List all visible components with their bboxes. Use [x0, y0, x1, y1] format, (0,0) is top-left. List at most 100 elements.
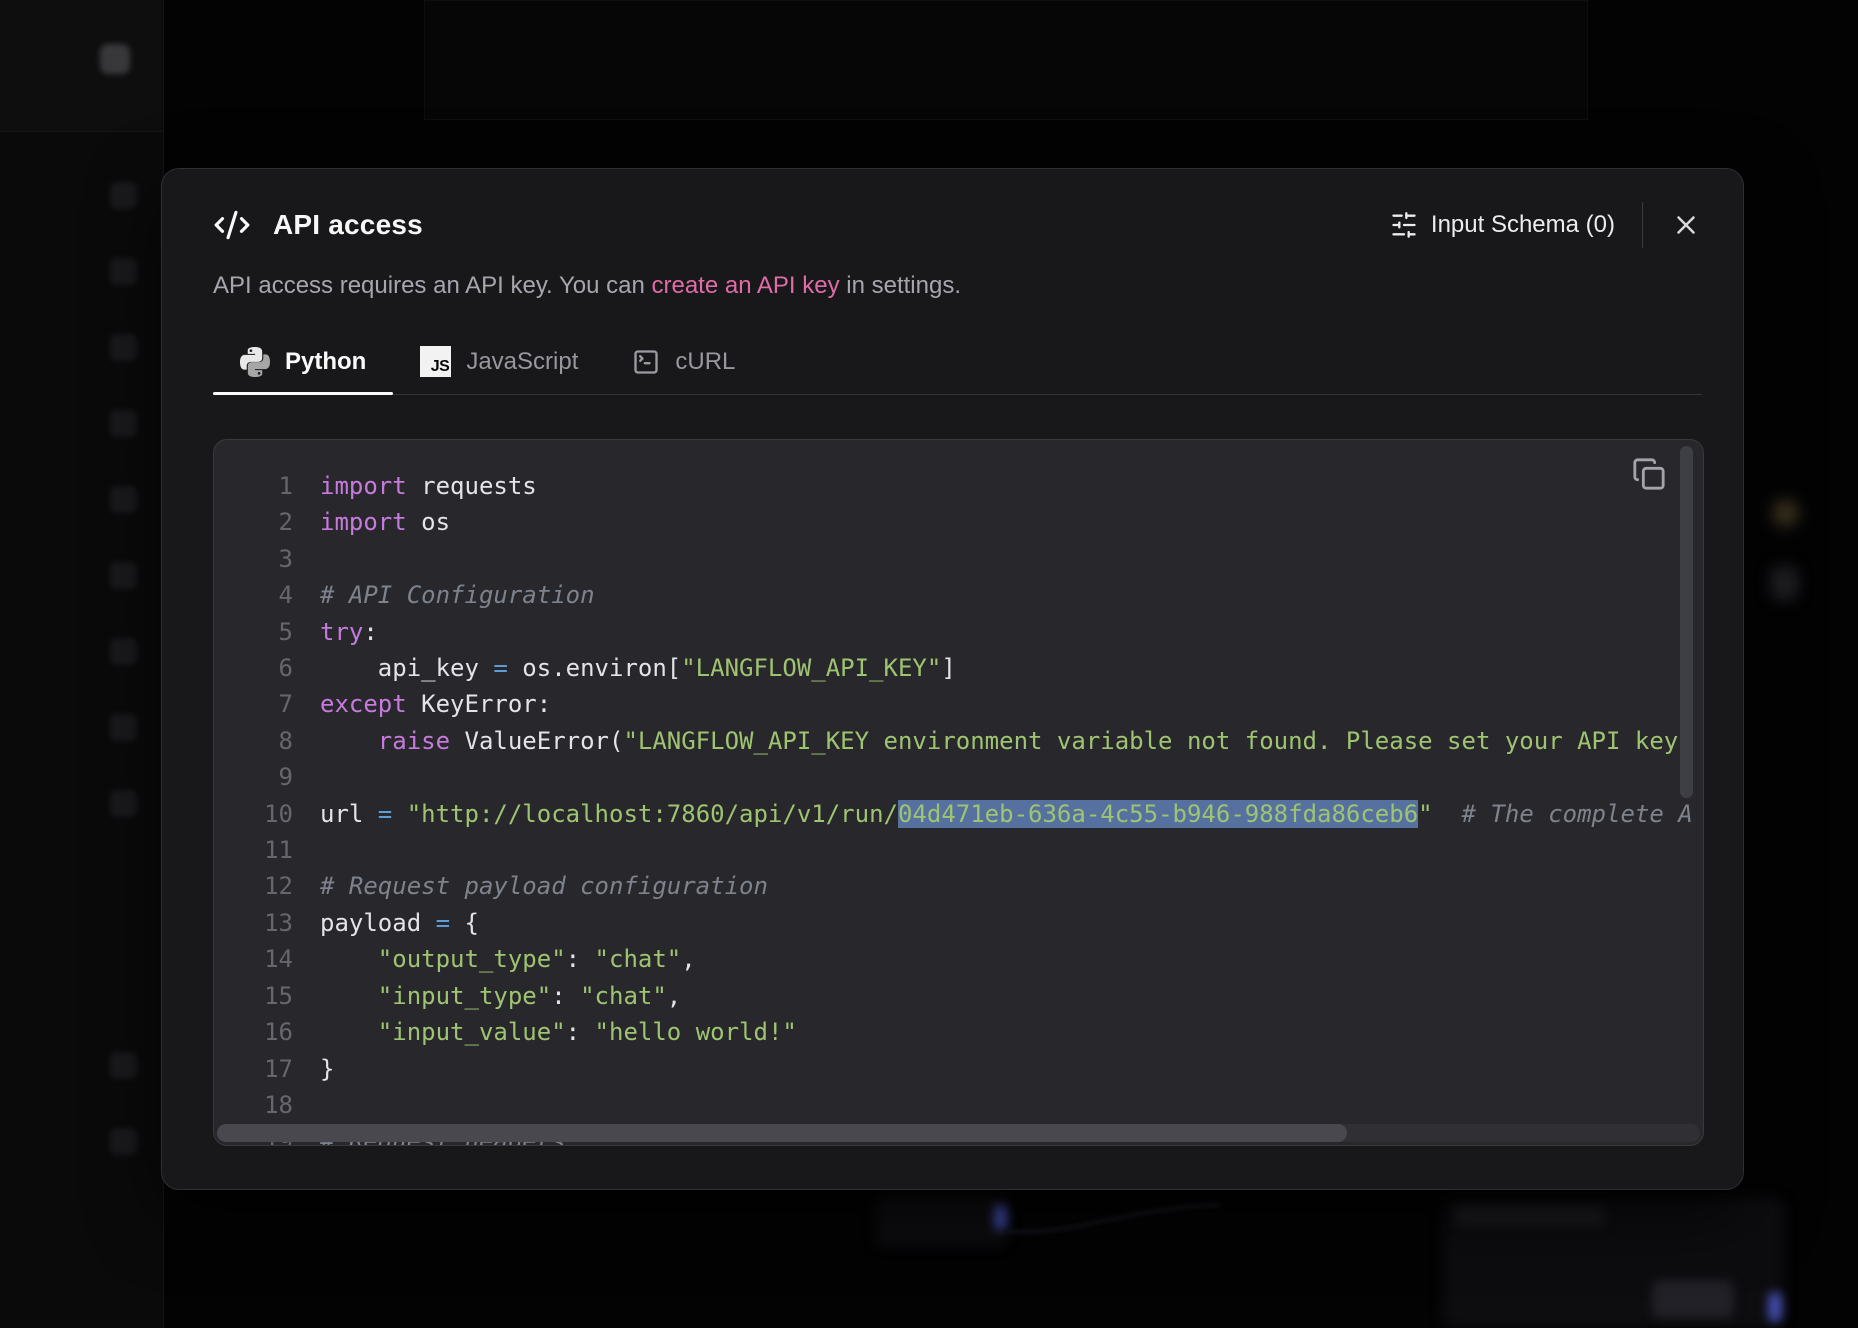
code-line: 9: [214, 759, 1703, 795]
line-number: 15: [214, 978, 293, 1014]
close-button[interactable]: [1670, 209, 1702, 241]
subtitle-text: API access requires an API key. You can: [213, 272, 651, 299]
code-line: 2import os: [214, 504, 1703, 540]
code-content: import os: [293, 504, 450, 540]
horizontal-scrollbar-thumb[interactable]: [217, 1124, 1347, 1142]
tab-python[interactable]: Python: [213, 346, 393, 394]
background-canvas-panel: [424, 0, 1588, 120]
code-line: 1import requests: [214, 468, 1703, 504]
modal-subtitle: API access requires an API key. You can …: [213, 271, 1702, 301]
code-line: 11: [214, 832, 1703, 868]
code-line: 8 raise ValueError("LANGFLOW_API_KEY env…: [214, 723, 1703, 759]
line-number: 10: [214, 796, 293, 832]
code-content: try:: [293, 614, 378, 650]
close-icon: [1671, 210, 1701, 240]
input-schema-button[interactable]: Input Schema (0): [1390, 211, 1615, 239]
line-number: 18: [214, 1087, 293, 1123]
line-number: 4: [214, 577, 293, 613]
line-number: 11: [214, 832, 293, 868]
code-line: 14 "output_type": "chat",: [214, 941, 1703, 977]
page-title: API access: [273, 209, 423, 241]
code-content: [293, 1087, 320, 1123]
modal-header: API access Input Schema (0): [213, 203, 1702, 247]
code-line: 3: [214, 541, 1703, 577]
sidebar-item-icon: [110, 1052, 137, 1079]
create-api-key-link[interactable]: create an API key: [651, 272, 839, 299]
line-number: 6: [214, 650, 293, 686]
sidebar-item-icon: [110, 486, 137, 513]
python-icon: [240, 347, 270, 377]
tab-active-underline: [213, 392, 393, 395]
line-number: 5: [214, 614, 293, 650]
code-line: 17}: [214, 1051, 1703, 1087]
line-number: 17: [214, 1051, 293, 1087]
background-panel-detail: [1455, 1206, 1605, 1226]
background-node-glow: [1772, 500, 1798, 526]
code-line: 10url = "http://localhost:7860/api/v1/ru…: [214, 796, 1703, 832]
code-line: 15 "input_type": "chat",: [214, 978, 1703, 1014]
api-access-modal: API access Input Schema (0): [161, 168, 1744, 1190]
code-content: [293, 832, 320, 868]
line-number: 14: [214, 941, 293, 977]
sidebar-item-icon: [110, 638, 137, 665]
sidebar-item-icon: [110, 182, 137, 209]
line-number: 7: [214, 686, 293, 722]
sidebar-item-icon: [110, 1128, 137, 1155]
code-language-tabs: Python JS JavaScript cURL: [213, 346, 1702, 395]
line-number: 9: [214, 759, 293, 795]
background-node: [876, 1196, 1008, 1246]
line-number: 1: [214, 468, 293, 504]
code-content: url = "http://localhost:7860/api/v1/run/…: [293, 796, 1693, 832]
sidebar-item-icon: [110, 410, 137, 437]
code-content: import requests: [293, 468, 537, 504]
sidebar-item-icon: [110, 334, 137, 361]
background-sidebar-header: [0, 0, 163, 132]
line-number: 2: [214, 504, 293, 540]
code-content: "output_type": "chat",: [293, 941, 696, 977]
background-button: [1652, 1280, 1734, 1318]
code-line: 6 api_key = os.environ["LANGFLOW_API_KEY…: [214, 650, 1703, 686]
vertical-scrollbar-thumb[interactable]: [1680, 446, 1693, 798]
tab-curl[interactable]: cURL: [605, 346, 762, 394]
code-content: except KeyError:: [293, 686, 551, 722]
sliders-icon: [1390, 211, 1418, 239]
background-port-dot: [1768, 1292, 1782, 1322]
line-number: 13: [214, 905, 293, 941]
code-content: "input_type": "chat",: [293, 978, 681, 1014]
code-line: 18: [214, 1087, 1703, 1123]
code-content: payload = {: [293, 905, 479, 941]
line-number: 16: [214, 1014, 293, 1050]
background-node-glow: [1770, 566, 1798, 600]
code-content: raise ValueError("LANGFLOW_API_KEY envir…: [293, 723, 1678, 759]
code-content: }: [293, 1051, 334, 1087]
code-lines: 1import requests2import os34# API Config…: [214, 440, 1703, 1146]
sidebar-item-icon: [110, 790, 137, 817]
terminal-icon: [632, 348, 660, 376]
code-line: 7except KeyError:: [214, 686, 1703, 722]
horizontal-scrollbar-track: [217, 1124, 1700, 1142]
javascript-icon: JS: [420, 346, 451, 377]
input-schema-label: Input Schema (0): [1431, 211, 1615, 239]
sidebar-item-icon: [110, 562, 137, 589]
line-number: 8: [214, 723, 293, 759]
copy-icon: [1632, 457, 1666, 491]
code-content: api_key = os.environ["LANGFLOW_API_KEY"]: [293, 650, 956, 686]
copy-button[interactable]: [1631, 456, 1667, 492]
tab-label: cURL: [675, 348, 735, 376]
sidebar-item-icon: [110, 714, 137, 741]
code-content: "input_value": "hello world!": [293, 1014, 797, 1050]
code-content: # API Configuration: [293, 577, 595, 613]
code-line: 12# Request payload configuration: [214, 868, 1703, 904]
tab-label: Python: [285, 348, 366, 376]
code-icon: [213, 206, 251, 244]
code-block[interactable]: 1import requests2import os34# API Config…: [213, 439, 1704, 1146]
sidebar-item-icon: [110, 258, 137, 285]
code-content: [293, 541, 320, 577]
line-number: 3: [214, 541, 293, 577]
code-line: 16 "input_value": "hello world!": [214, 1014, 1703, 1050]
code-line: 4# API Configuration: [214, 577, 1703, 613]
tab-label: JavaScript: [466, 348, 578, 376]
code-line: 13payload = {: [214, 905, 1703, 941]
tab-javascript[interactable]: JS JavaScript: [393, 346, 605, 394]
app-logo-icon: [100, 44, 130, 74]
